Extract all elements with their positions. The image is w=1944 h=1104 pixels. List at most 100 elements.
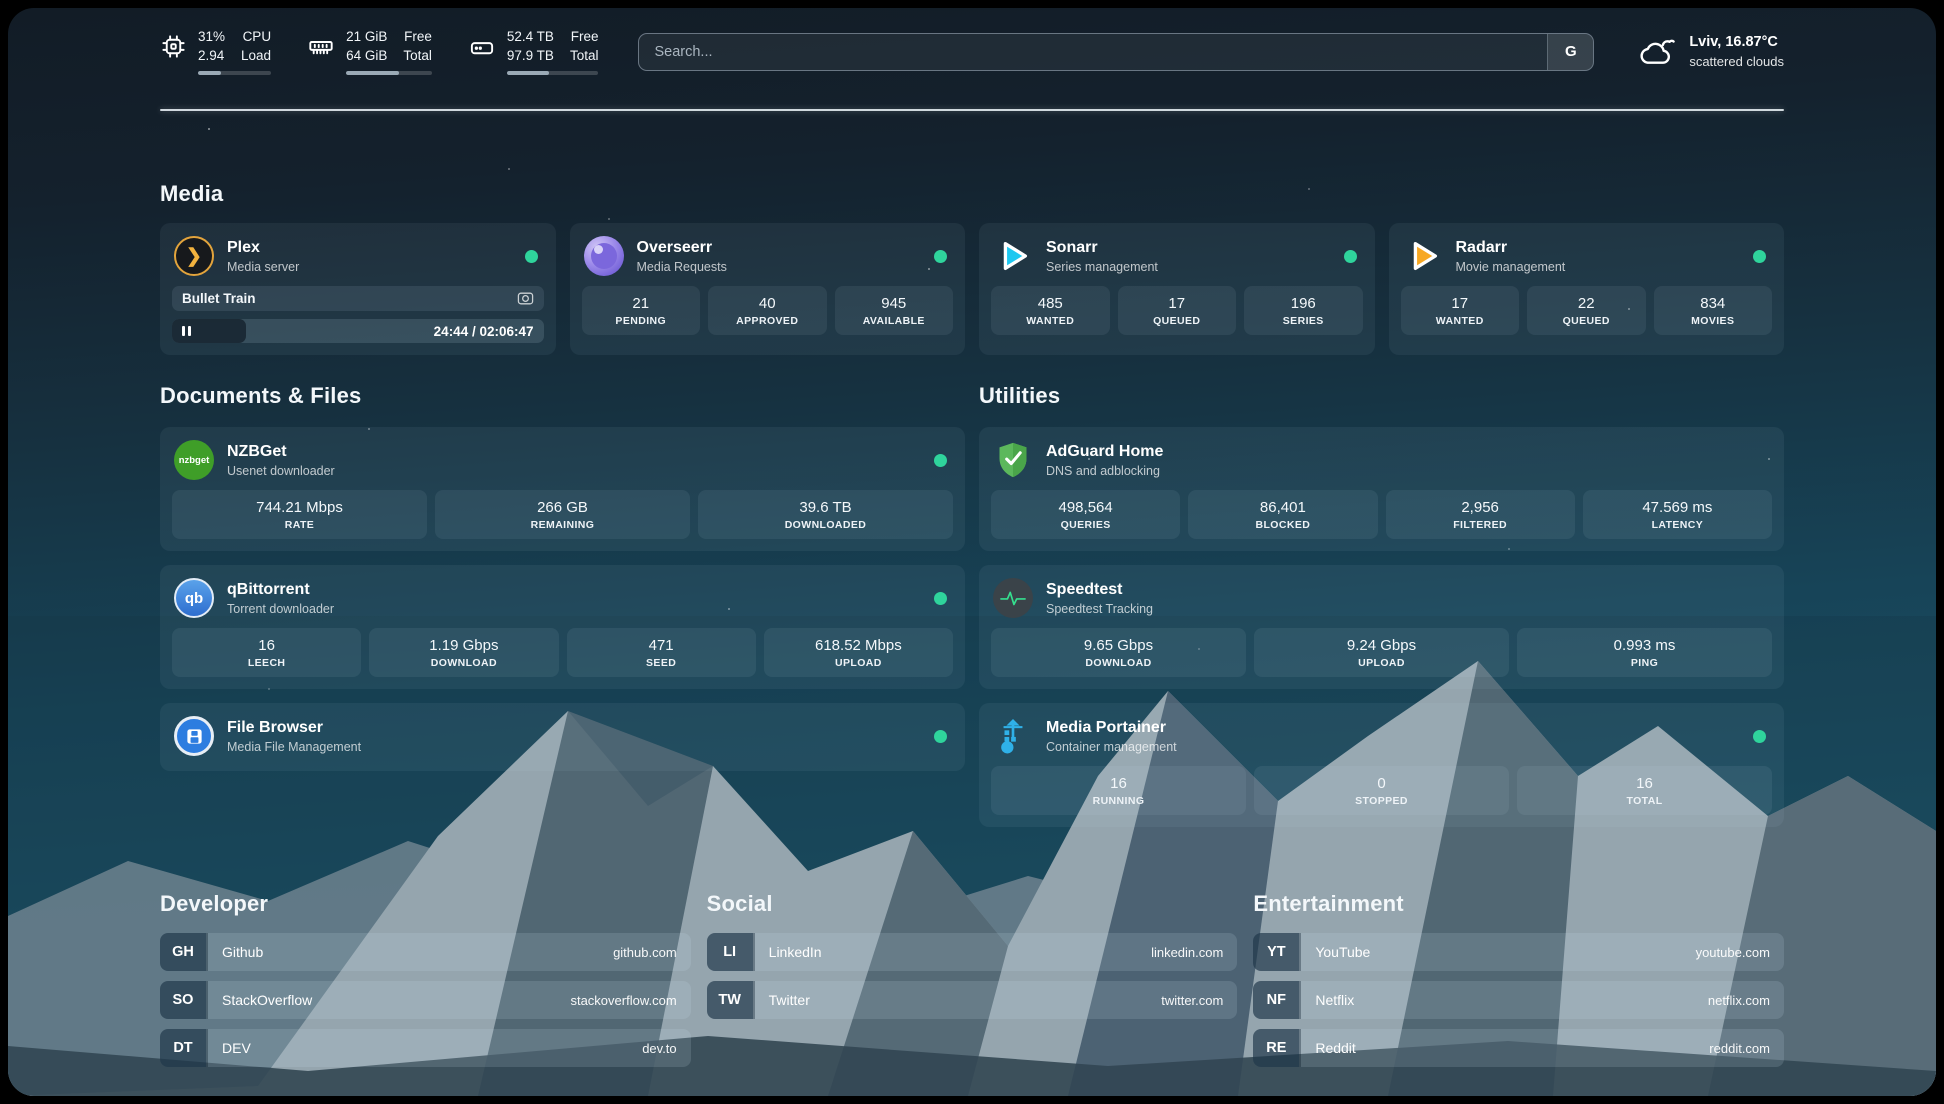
service-desc: Movie management <box>1456 259 1566 276</box>
stat-queued: 17QUEUED <box>1118 286 1237 335</box>
service-name: Speedtest <box>1046 579 1153 601</box>
bookmark-group-entertainment: Entertainment YT YouTube youtube.com NF … <box>1253 891 1784 1067</box>
status-dot <box>1753 250 1766 263</box>
service-desc: Media server <box>227 259 299 276</box>
portainer-icon <box>993 716 1033 756</box>
stat-running: 16RUNNING <box>991 766 1246 815</box>
weather-location-temp: Lviv, 16.87°C <box>1689 32 1784 52</box>
service-desc: Torrent downloader <box>227 601 334 618</box>
service-name: Radarr <box>1456 237 1566 259</box>
radarr-icon <box>1403 236 1443 276</box>
bookmark-url: twitter.com <box>1161 993 1237 1008</box>
bookmark-name: StackOverflow <box>208 992 312 1008</box>
disk-free-label: Free <box>570 28 599 47</box>
service-card-nzbget[interactable]: nzbget NZBGet Usenet downloader 744.21 M… <box>160 427 965 551</box>
disk-icon <box>468 33 496 60</box>
speedtest-icon <box>993 578 1033 618</box>
service-card-plex[interactable]: ❯ Plex Media server Bullet Train <box>160 223 556 355</box>
playback-time: 24:44 / 02:06:47 <box>434 324 544 339</box>
playback-elapsed <box>172 319 246 343</box>
memory-widget: 21 GiB 64 GiB Free Total <box>307 28 432 75</box>
search-provider-button[interactable]: G <box>1547 34 1593 70</box>
service-card-overseerr[interactable]: Overseerr Media Requests 21PENDING 40APP… <box>570 223 966 355</box>
stat-download: 9.65 GbpsDOWNLOAD <box>991 628 1246 677</box>
bookmark-youtube[interactable]: YT YouTube youtube.com <box>1253 933 1784 971</box>
resource-widgets: 31% 2.94 CPU Load <box>160 28 598 75</box>
bookmark-twitter[interactable]: TW Twitter twitter.com <box>707 981 1238 1019</box>
cpu-usage-label: CPU <box>241 28 271 47</box>
weather-widget: Lviv, 16.87°C scattered clouds <box>1638 32 1784 70</box>
bookmark-name: YouTube <box>1301 944 1370 960</box>
disk-widget: 52.4 TB 97.9 TB Free Total <box>468 28 599 75</box>
bookmark-name: LinkedIn <box>755 944 822 960</box>
stat-series: 196SERIES <box>1244 286 1363 335</box>
cloud-icon <box>1638 36 1676 68</box>
bookmark-abbr: TW <box>707 981 753 1019</box>
status-dot <box>1753 730 1766 743</box>
stat-ping: 0.993 msPING <box>1517 628 1772 677</box>
section-title-developer: Developer <box>160 891 691 917</box>
service-name: Media Portainer <box>1046 717 1177 739</box>
bookmark-abbr: YT <box>1253 933 1299 971</box>
now-playing-row: Bullet Train <box>172 286 544 311</box>
pause-icon[interactable] <box>182 326 191 336</box>
playback-progress: 24:44 / 02:06:47 <box>172 319 544 343</box>
service-desc: DNS and adblocking <box>1046 463 1163 480</box>
stat-available: 945AVAILABLE <box>835 286 954 335</box>
memory-total-label: Total <box>403 47 432 66</box>
cpu-progressbar <box>198 71 271 76</box>
service-card-adguard[interactable]: AdGuard Home DNS and adblocking 498,564Q… <box>979 427 1784 551</box>
status-dot <box>525 250 538 263</box>
status-dot <box>934 454 947 467</box>
bookmark-url: stackoverflow.com <box>570 993 690 1008</box>
status-dot <box>934 730 947 743</box>
dashboard-window: 31% 2.94 CPU Load <box>8 8 1936 1096</box>
service-card-radarr[interactable]: Radarr Movie management 17WANTED 22QUEUE… <box>1389 223 1785 355</box>
memory-progressbar <box>346 71 432 76</box>
bookmark-stackoverflow[interactable]: SO StackOverflow stackoverflow.com <box>160 981 691 1019</box>
filebrowser-icon <box>174 716 214 756</box>
search-input[interactable] <box>639 44 1547 60</box>
stat-remaining: 266 GBREMAINING <box>435 490 690 539</box>
bookmark-abbr: SO <box>160 981 206 1019</box>
service-card-sonarr[interactable]: Sonarr Series management 485WANTED 17QUE… <box>979 223 1375 355</box>
disk-total-value: 97.9 TB <box>507 47 554 66</box>
stat-seed: 471SEED <box>567 628 756 677</box>
bookmark-group-developer: Developer GH Github github.com SO StackO… <box>160 891 691 1067</box>
service-desc: Container management <box>1046 739 1177 756</box>
bookmark-github[interactable]: GH Github github.com <box>160 933 691 971</box>
stat-total: 16TOTAL <box>1517 766 1772 815</box>
bookmark-netflix[interactable]: NF Netflix netflix.com <box>1253 981 1784 1019</box>
service-desc: Media Requests <box>637 259 727 276</box>
bookmark-dev[interactable]: DT DEV dev.to <box>160 1029 691 1067</box>
service-card-speedtest[interactable]: Speedtest Speedtest Tracking 9.65 GbpsDO… <box>979 565 1784 689</box>
bookmark-name: Netflix <box>1301 992 1354 1008</box>
service-card-qbittorrent[interactable]: qb qBittorrent Torrent downloader 16LEEC… <box>160 565 965 689</box>
bookmark-url: youtube.com <box>1696 945 1784 960</box>
section-title-social: Social <box>707 891 1238 917</box>
bookmark-url: dev.to <box>642 1041 690 1056</box>
bookmark-url: github.com <box>613 945 691 960</box>
stat-approved: 40APPROVED <box>708 286 827 335</box>
stat-download: 1.19 GbpsDOWNLOAD <box>369 628 558 677</box>
stat-wanted: 485WANTED <box>991 286 1110 335</box>
service-card-filebrowser[interactable]: File Browser Media File Management <box>160 703 965 771</box>
bookmark-url: reddit.com <box>1709 1041 1784 1056</box>
stat-wanted: 17WANTED <box>1401 286 1520 335</box>
stat-latency: 47.569 msLATENCY <box>1583 490 1772 539</box>
stat-downloaded: 39.6 TBDOWNLOADED <box>698 490 953 539</box>
bookmark-linkedin[interactable]: LI LinkedIn linkedin.com <box>707 933 1238 971</box>
memory-total-value: 64 GiB <box>346 47 387 66</box>
status-dot <box>934 592 947 605</box>
section-title-media: Media <box>160 181 1784 207</box>
cpu-widget: 31% 2.94 CPU Load <box>160 28 271 75</box>
bookmark-abbr: DT <box>160 1029 206 1067</box>
stat-rate: 744.21 MbpsRATE <box>172 490 427 539</box>
service-card-portainer[interactable]: Media Portainer Container management 16R… <box>979 703 1784 827</box>
bookmark-reddit[interactable]: RE Reddit reddit.com <box>1253 1029 1784 1067</box>
service-name: Overseerr <box>637 237 727 259</box>
bookmark-abbr: NF <box>1253 981 1299 1019</box>
service-name: File Browser <box>227 717 361 739</box>
qbittorrent-icon: qb <box>174 578 214 618</box>
service-desc: Usenet downloader <box>227 463 335 480</box>
